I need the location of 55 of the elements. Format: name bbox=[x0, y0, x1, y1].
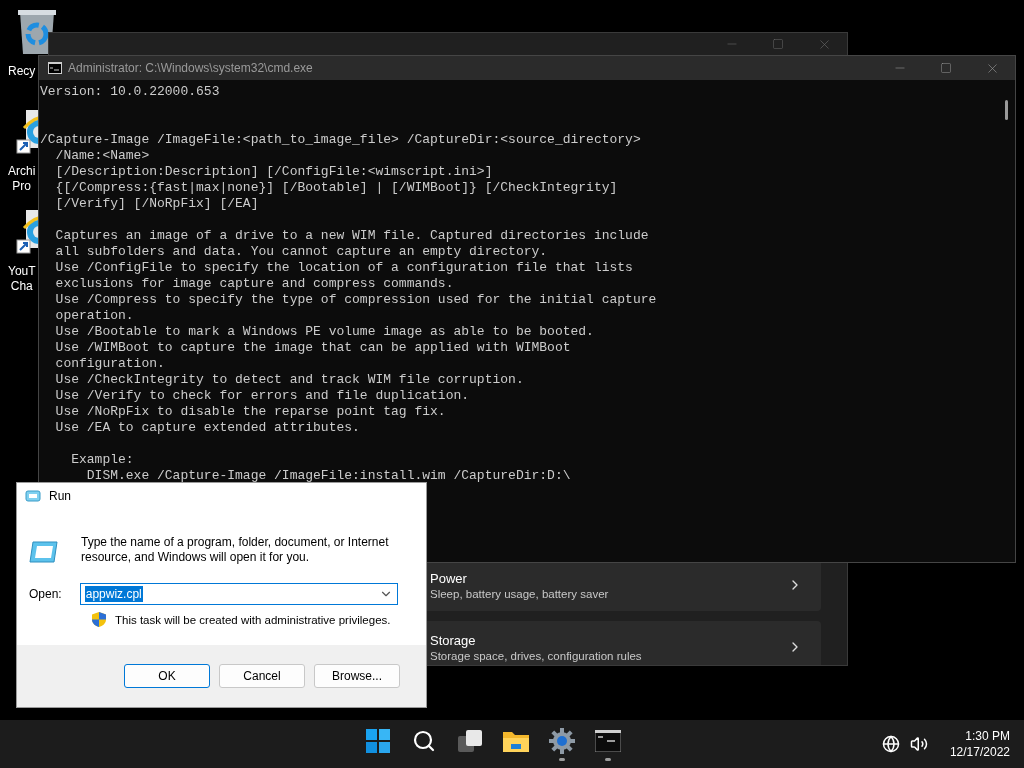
card-subtitle: Storage space, drives, configuration rules bbox=[430, 649, 643, 662]
console-line: Use /WIMBoot to capture the image that can be applied with WIMBoot bbox=[54, 340, 571, 356]
console-line: Example: bbox=[70, 452, 134, 468]
console-line: /Name:<Name> bbox=[54, 148, 150, 164]
dialog-button[interactable]: OK bbox=[124, 664, 210, 688]
console-line: Use /Compress to specify the type of compression used for the initial capture bbox=[54, 292, 657, 308]
scrollbar-thumb[interactable] bbox=[1005, 100, 1008, 120]
console-line: Use /ConfigFile to specify the location of a configuration file that lists bbox=[54, 260, 633, 276]
console-line: operation. bbox=[54, 308, 134, 324]
desktop-icon-label: Pro bbox=[11, 179, 32, 194]
open-combo-box[interactable]: appwiz.cpl bbox=[79, 583, 398, 605]
dialog-button[interactable]: Browse... bbox=[314, 664, 400, 688]
console-line: /Capture-Image /ImageFile:<path_to_image_file> /CaptureDir:<source_directory> bbox=[40, 132, 641, 148]
console-line: [/Description:Description] [/ConfigFile:<wimscript.ini>] bbox=[54, 164, 493, 180]
console-line: Use /CheckIntegrity to detect and track WIM file corruption. bbox=[54, 372, 524, 388]
dialog-description: Type the name of a program, folder, document, or Internet resource, and Windows will open it for you. bbox=[81, 535, 390, 565]
privilege-note: This task will be created with administrative privileges. bbox=[115, 613, 391, 626]
search-icon bbox=[412, 729, 436, 753]
console-line: all subfolders and data. You cannot capture an empty directory. bbox=[54, 244, 548, 260]
desktop-icon-label: Cha bbox=[9, 279, 34, 294]
windows-logo-icon bbox=[366, 729, 390, 753]
globe-icon bbox=[881, 735, 900, 753]
clock[interactable]: 1:30 PM 12/17/2022 bbox=[949, 729, 1010, 759]
console-line: Version: 10.0.22000.653 bbox=[40, 84, 220, 100]
desktop-icon-label: Recy bbox=[7, 64, 36, 79]
console-line: Captures an image of a drive to a new WIM file. Captured directories include bbox=[54, 228, 649, 244]
open-label: Open: bbox=[29, 587, 62, 601]
desktop-icon-label: Archi bbox=[7, 164, 36, 179]
terminal-icon bbox=[595, 730, 621, 752]
run-icon bbox=[25, 490, 41, 502]
folder-icon bbox=[503, 730, 529, 752]
card-title: Storage bbox=[430, 632, 477, 648]
console-icon bbox=[48, 62, 62, 74]
card-subtitle: Sleep, battery usage, battery saver bbox=[430, 587, 610, 600]
console-line: configuration. bbox=[54, 356, 165, 372]
console-line: {[/Compress:{fast|max|none}] [/Bootable] | [/WIMBoot]} [/CheckIntegrity] bbox=[54, 180, 618, 196]
maximize-icon bbox=[772, 38, 784, 50]
console-line: Use /NoRpFix to disable the reparse point tag fix. bbox=[54, 404, 446, 420]
task-view-icon bbox=[457, 729, 483, 753]
dialog-button[interactable]: Cancel bbox=[219, 664, 305, 688]
speaker-icon bbox=[909, 735, 928, 753]
console-line: Use /Verify to check for errors and file duplication. bbox=[54, 388, 470, 404]
desktop-icon-label: YouT bbox=[7, 264, 36, 279]
window-title: Administrator: C:\Windows\system32\cmd.exe bbox=[68, 61, 314, 75]
gear-icon bbox=[549, 728, 575, 754]
shield-icon bbox=[91, 611, 107, 628]
card-title: Power bbox=[430, 570, 468, 586]
console-line: Use /Bootable to mark a Windows PE volume image as able to be booted. bbox=[54, 324, 594, 340]
run-icon bbox=[29, 541, 59, 563]
dialog-title: Run bbox=[49, 489, 71, 503]
console-line: DISM.exe /Capture-Image /ImageFile:install.wim /CaptureDir:D:\ bbox=[85, 468, 571, 484]
console-line: Use /EA to capture extended attributes. bbox=[54, 420, 360, 436]
console-line: [/Verify] [/NoRpFix] [/EA] bbox=[54, 196, 259, 212]
console-line: exclusions for image capture and compress commands. bbox=[54, 276, 454, 292]
maximize-icon bbox=[940, 62, 952, 74]
